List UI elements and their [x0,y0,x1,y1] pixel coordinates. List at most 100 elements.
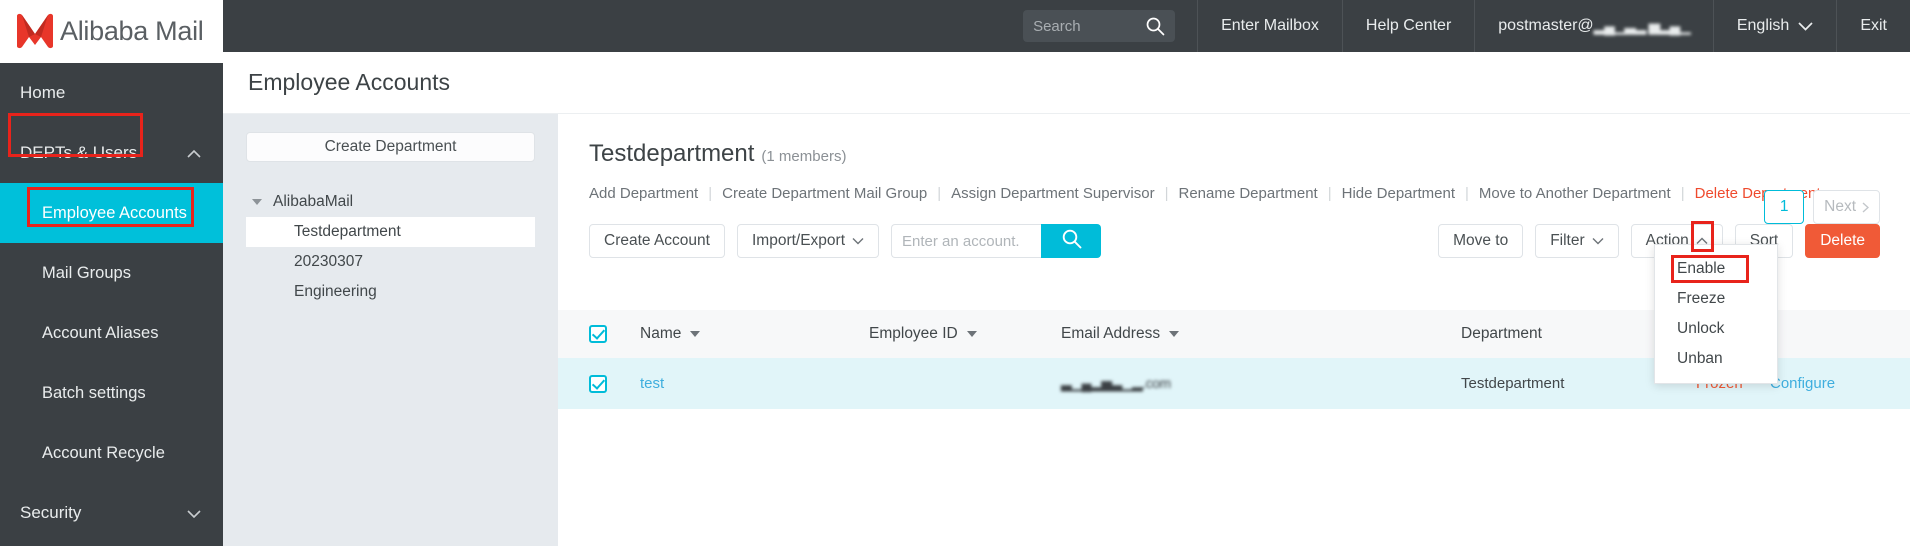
account-menu[interactable]: postmaster@▂▄▁▃▂ ▅▂▄▁ [1474,0,1713,52]
page-1-button[interactable]: 1 [1764,190,1804,224]
sidebar-item-label: Security [20,503,81,523]
triangle-expanded-icon[interactable] [252,199,262,205]
help-center-link[interactable]: Help Center [1342,0,1474,52]
column-header-employee-id: Employee ID [869,325,1061,343]
page-number-label: 1 [1780,198,1789,216]
alibaba-m-logo-icon [14,12,56,52]
topbar: Enter Mailbox Help Center postmaster@▂▄▁… [223,0,1910,52]
account-label: postmaster@ [1498,17,1593,35]
sidebar-item-label: Mail Groups [42,264,131,283]
global-search[interactable] [1023,10,1175,42]
tree-item-20230307[interactable]: 20230307 [246,247,535,277]
sidebar-item-account-aliases[interactable]: Account Aliases [0,303,223,363]
tree-root-alibabamail[interactable]: AlibabaMail [246,187,535,217]
sidebar-item-security[interactable]: Security [0,483,223,543]
assign-department-supervisor-link[interactable]: Assign Department Supervisor [951,185,1154,202]
filter-label: Filter [1550,232,1584,250]
tree-item-label: Engineering [294,283,377,301]
action-dropdown-menu: Enable Freeze Unlock Unban [1654,244,1778,384]
create-account-button[interactable]: Create Account [589,224,725,258]
action-menu-item-unban[interactable]: Unban [1655,344,1777,374]
action-menu-item-freeze[interactable]: Freeze [1655,284,1777,314]
help-center-label: Help Center [1366,17,1451,35]
create-department-button[interactable]: Create Department [246,132,535,162]
sidebar-item-account-recycle[interactable]: Account Recycle [0,423,223,483]
divider: | [1681,185,1685,202]
select-all-checkbox[interactable] [589,325,607,343]
account-name-link[interactable]: test [640,375,664,392]
account-search-input[interactable] [891,224,1041,258]
action-menu-label: Unlock [1677,320,1724,338]
divider: | [708,185,712,202]
department-header: Testdepartment (1 members) [558,114,1910,168]
move-to-another-department-link[interactable]: Move to Another Department [1479,185,1671,202]
filter-button[interactable]: Filter [1535,224,1618,258]
move-to-button[interactable]: Move to [1438,224,1523,258]
right-pane: Enter Mailbox Help Center postmaster@▂▄▁… [223,0,1910,546]
search-icon [1061,228,1082,254]
sidebar-item-mail-groups[interactable]: Mail Groups [0,243,223,303]
tree-item-engineering[interactable]: Engineering [246,277,535,307]
sidebar: Alibaba Mail Home DEPTs & Users Employee… [0,0,223,546]
divider: | [1328,185,1332,202]
content: Employee Accounts Create Department Alib… [223,52,1910,546]
sidebar-item-label: DEPTs & Users [20,143,137,163]
sidebar-item-label: Home [20,83,65,103]
exit-link[interactable]: Exit [1836,0,1910,52]
import-export-button[interactable]: Import/Export [737,224,879,258]
sort-arrow-icon[interactable] [690,331,700,337]
tree-item-testdepartment[interactable]: Testdepartment [246,217,535,247]
sidebar-item-label: Batch settings [42,384,146,403]
sort-arrow-icon[interactable] [1169,331,1179,337]
sidebar-item-depts-users[interactable]: DEPTs & Users [0,123,223,183]
sidebar-item-home[interactable]: Home [0,63,223,123]
pagination: 1 Next [1755,190,1880,224]
department-name: Testdepartment [589,140,754,168]
account-search [891,224,1101,258]
chevron-down-icon [852,232,864,250]
action-menu-label: Enable [1677,260,1725,278]
department-tree: AlibabaMail Testdepartment 20230307 Engi… [246,187,535,307]
chevron-down-icon [187,503,201,523]
chevron-down-icon [1798,21,1813,31]
column-label: Employee ID [869,325,958,343]
action-menu-item-unlock[interactable]: Unlock [1655,314,1777,344]
row-checkbox[interactable] [589,375,607,393]
search-input[interactable] [1033,18,1133,35]
toolbar-left: Create Account Import/Export [589,224,1101,258]
account-domain-redacted: ▂▄▁▃▂ ▅▂▄▁ [1594,17,1690,35]
sidebar-item-batch-settings[interactable]: Batch settings [0,363,223,423]
sort-arrow-icon[interactable] [967,331,977,337]
action-menu-label: Freeze [1677,290,1725,308]
enter-mailbox-label: Enter Mailbox [1221,17,1319,35]
cell-name: test [607,375,869,392]
configure-link[interactable]: Configure [1770,375,1835,392]
tree-item-label: Testdepartment [294,223,401,241]
language-selector[interactable]: English [1713,0,1836,52]
enter-mailbox-link[interactable]: Enter Mailbox [1197,0,1342,52]
create-department-mail-group-link[interactable]: Create Department Mail Group [722,185,927,202]
page-title: Employee Accounts [248,69,450,96]
create-department-label: Create Department [325,138,457,156]
next-page-button[interactable]: Next [1813,190,1880,224]
divider: | [937,185,941,202]
rename-department-link[interactable]: Rename Department [1178,185,1317,202]
hide-department-link[interactable]: Hide Department [1342,185,1455,202]
action-menu-item-enable[interactable]: Enable [1655,254,1777,284]
divider: | [1465,185,1469,202]
delete-label: Delete [1820,232,1865,250]
column-label: Name [640,325,681,343]
brand-header: Alibaba Mail [0,0,223,63]
brand-name: Alibaba Mail [60,16,203,47]
action-menu-label: Unban [1677,350,1723,368]
delete-button[interactable]: Delete [1805,224,1880,258]
sidebar-item-employee-accounts[interactable]: Employee Accounts [0,183,223,243]
account-search-button[interactable] [1041,224,1101,258]
email-redacted: ▃▁▄▂▅▃▁▂.com [1061,375,1171,392]
next-page-label: Next [1824,198,1856,216]
department-action-links: Add Department | Create Department Mail … [558,168,1910,202]
add-department-link[interactable]: Add Department [589,185,698,202]
exit-label: Exit [1860,17,1887,35]
column-header-name: Name [607,325,869,343]
search-icon[interactable] [1145,16,1165,41]
